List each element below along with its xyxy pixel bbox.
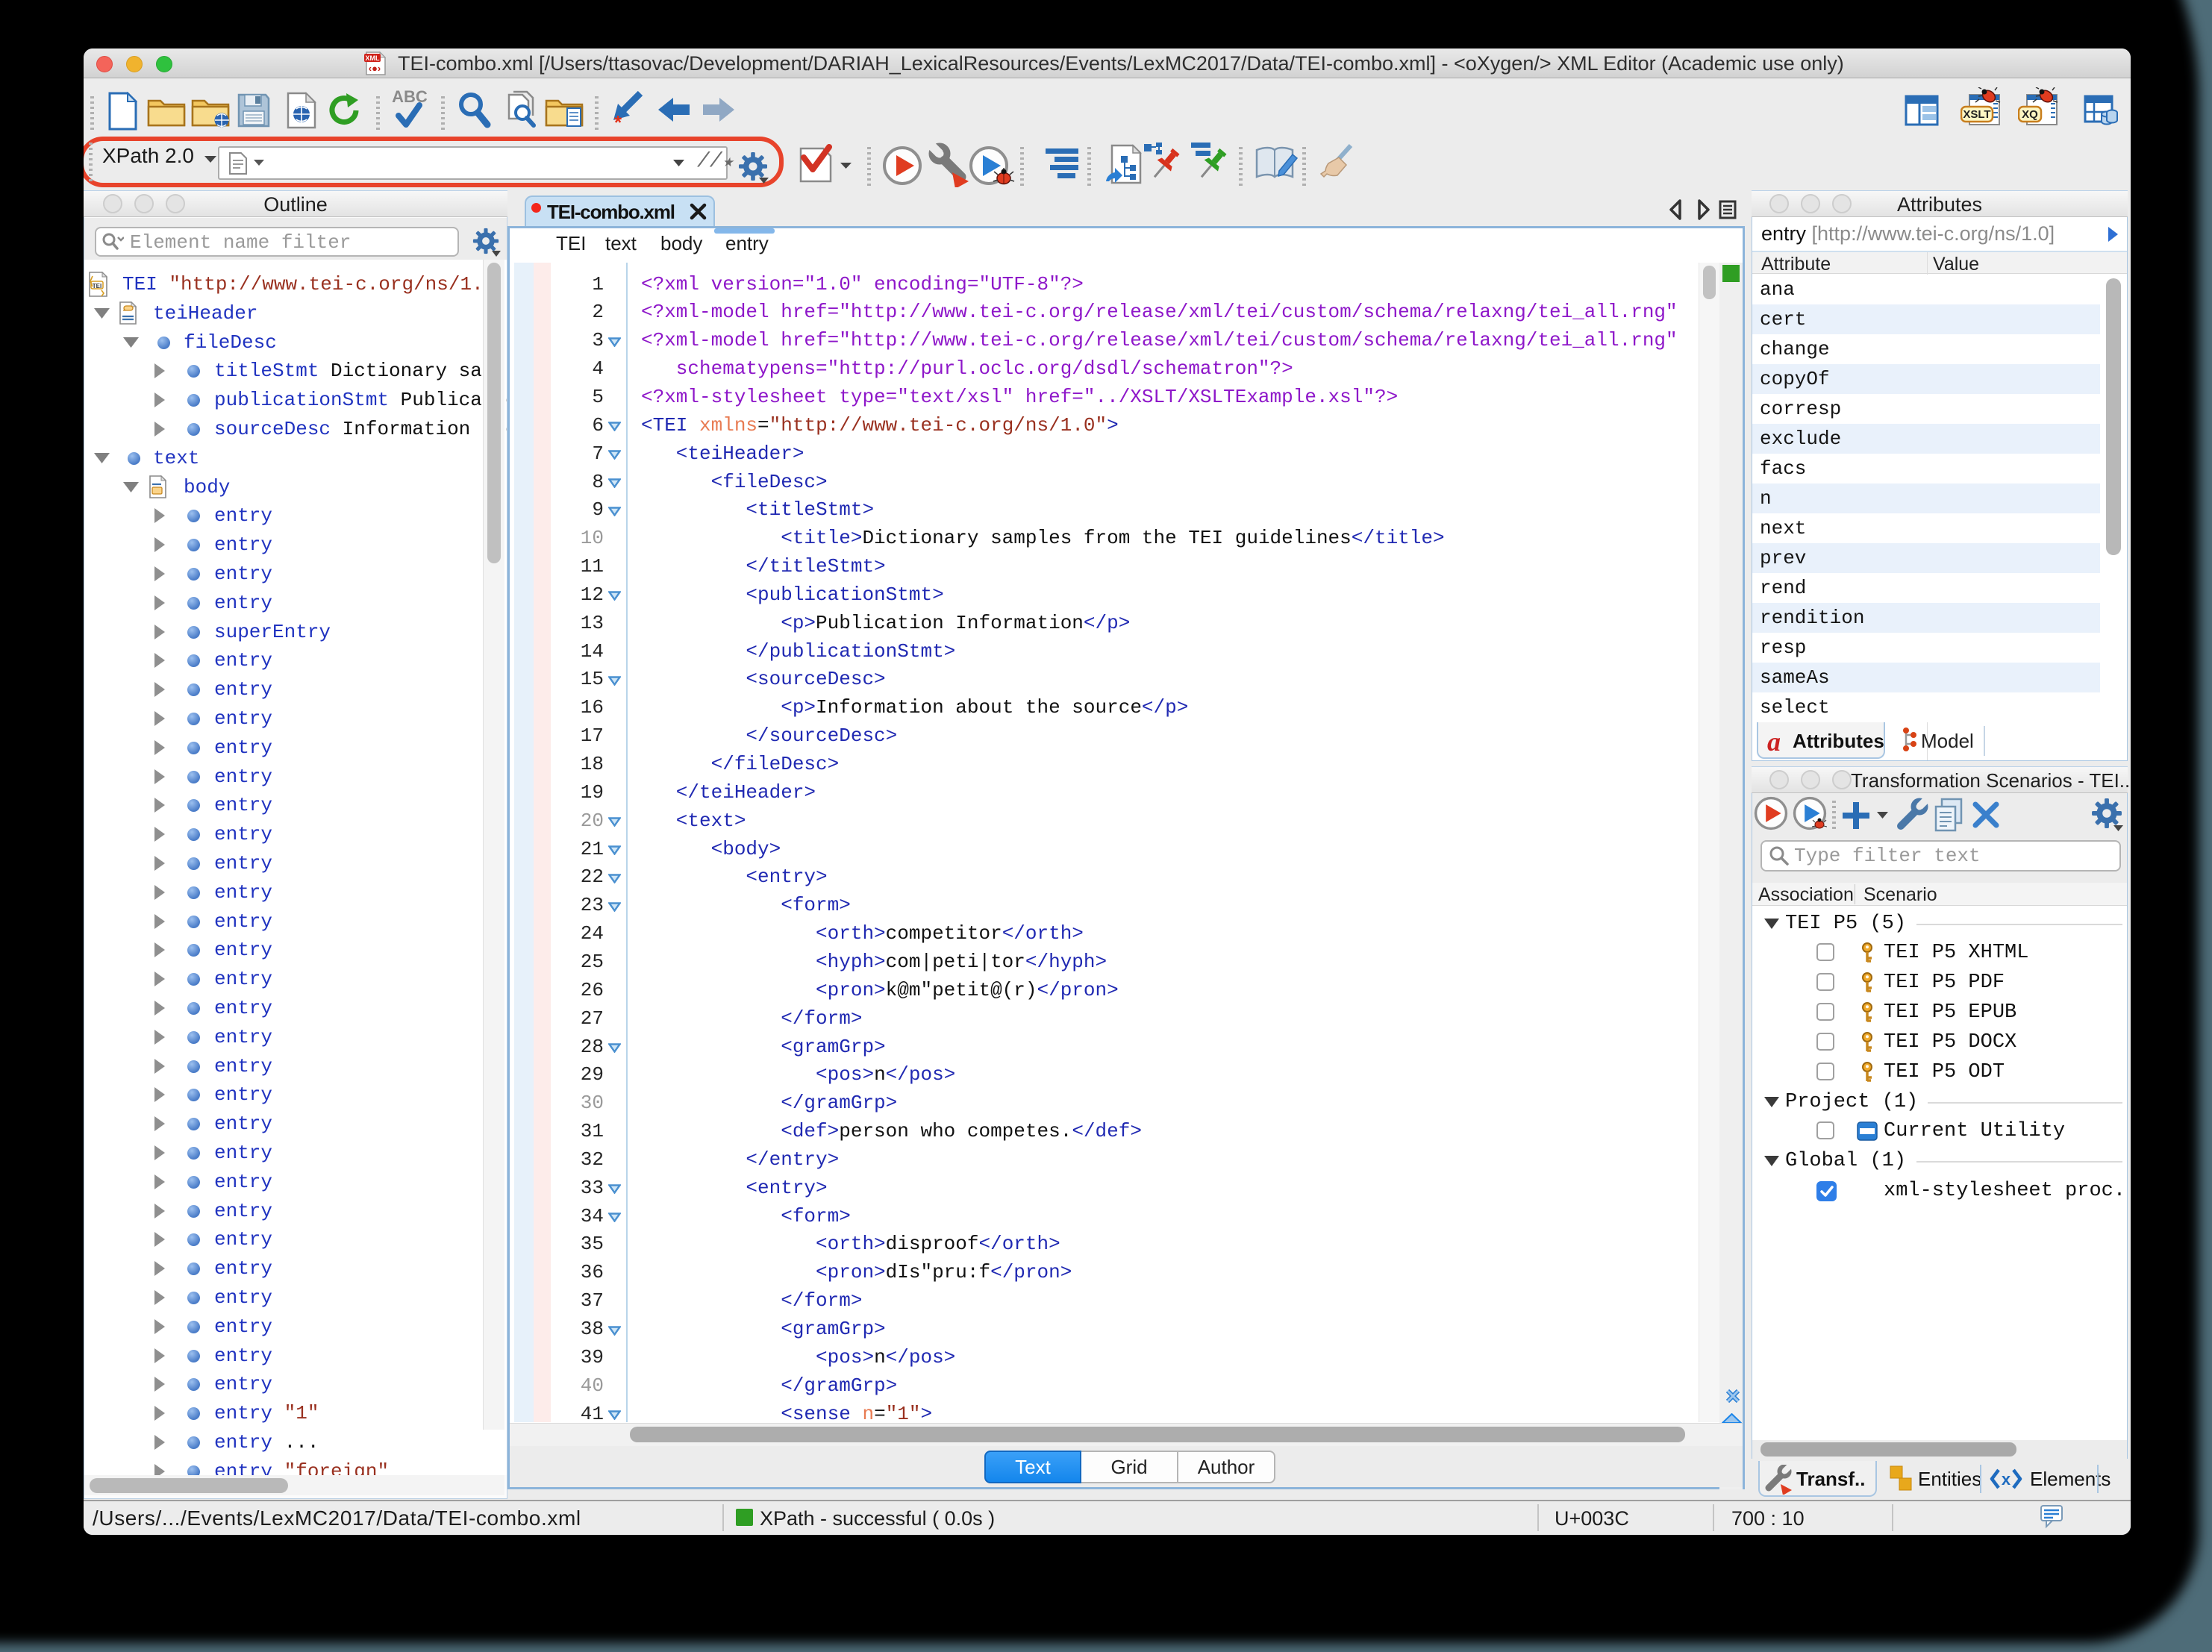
svg-text:‹●›: ‹●› [369, 63, 381, 74]
svg-text:*: * [614, 111, 622, 131]
svg-text:ABC: ABC [392, 87, 428, 106]
svg-text:XSLT: XSLT [1963, 108, 1990, 121]
svg-text:TEI: TEI [93, 283, 101, 290]
svg-text:XML: XML [366, 54, 381, 62]
svg-text:XQ: XQ [2022, 108, 2038, 121]
svg-text:x: x [2002, 1470, 2011, 1489]
